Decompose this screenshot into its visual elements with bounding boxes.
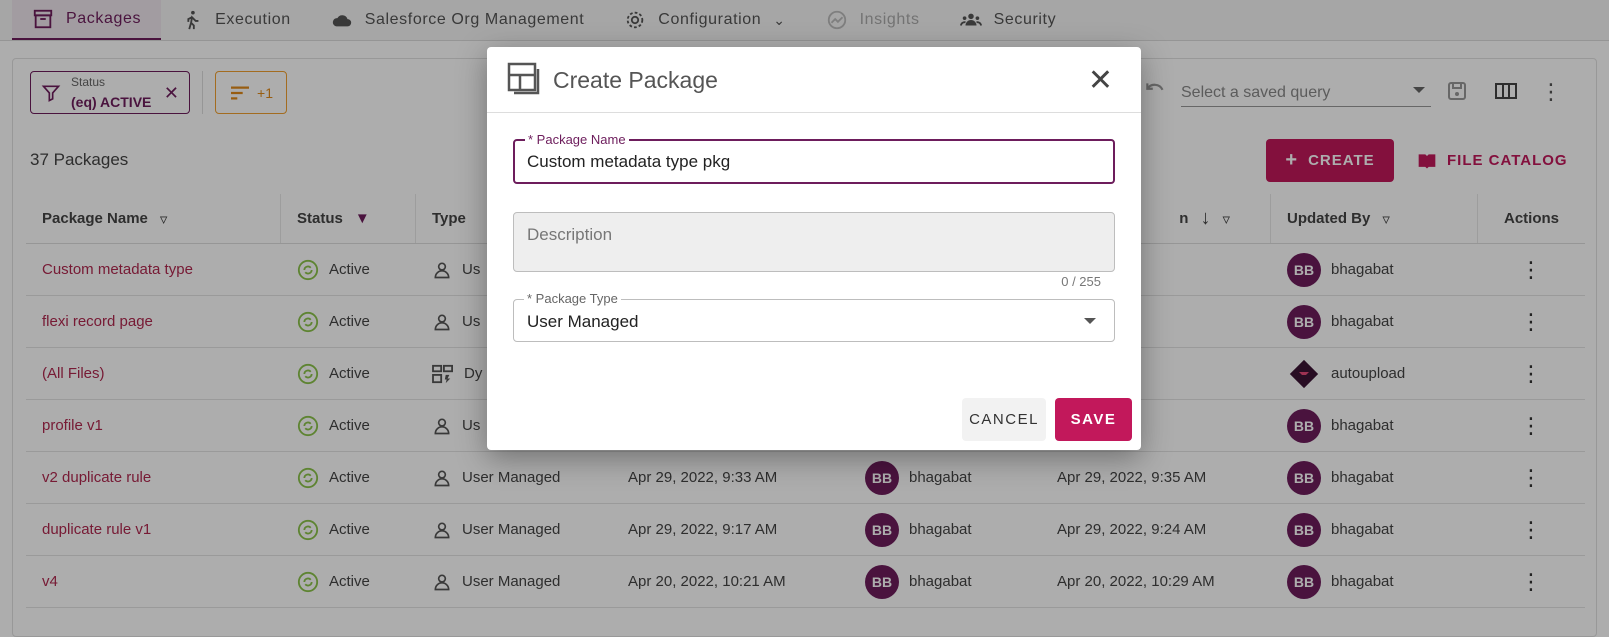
package-type-value: User Managed [527,312,639,331]
caret-down-icon [1084,318,1096,324]
cancel-button[interactable]: CANCEL [962,398,1046,441]
package-type-label: * Package Type [524,291,621,306]
dialog-title: Create Package [553,67,718,93]
save-button[interactable]: SAVE [1055,398,1132,441]
dialog-header: Create Package ✕ [487,47,1141,113]
package-name-value: Custom metadata type pkg [527,152,731,171]
description-placeholder: Description [527,225,613,244]
package-type-select[interactable]: * Package Type User Managed [513,291,1115,342]
package-name-field[interactable]: * Package Name Custom metadata type pkg [513,132,1115,184]
package-dashboard-icon [507,62,540,95]
description-field[interactable]: Description [513,212,1115,272]
close-icon[interactable]: ✕ [1088,63,1113,98]
create-package-dialog: Create Package ✕ * Package Name Custom m… [487,47,1141,450]
package-name-label: * Package Name [525,132,629,147]
description-counter: 0 / 255 [1061,274,1101,289]
